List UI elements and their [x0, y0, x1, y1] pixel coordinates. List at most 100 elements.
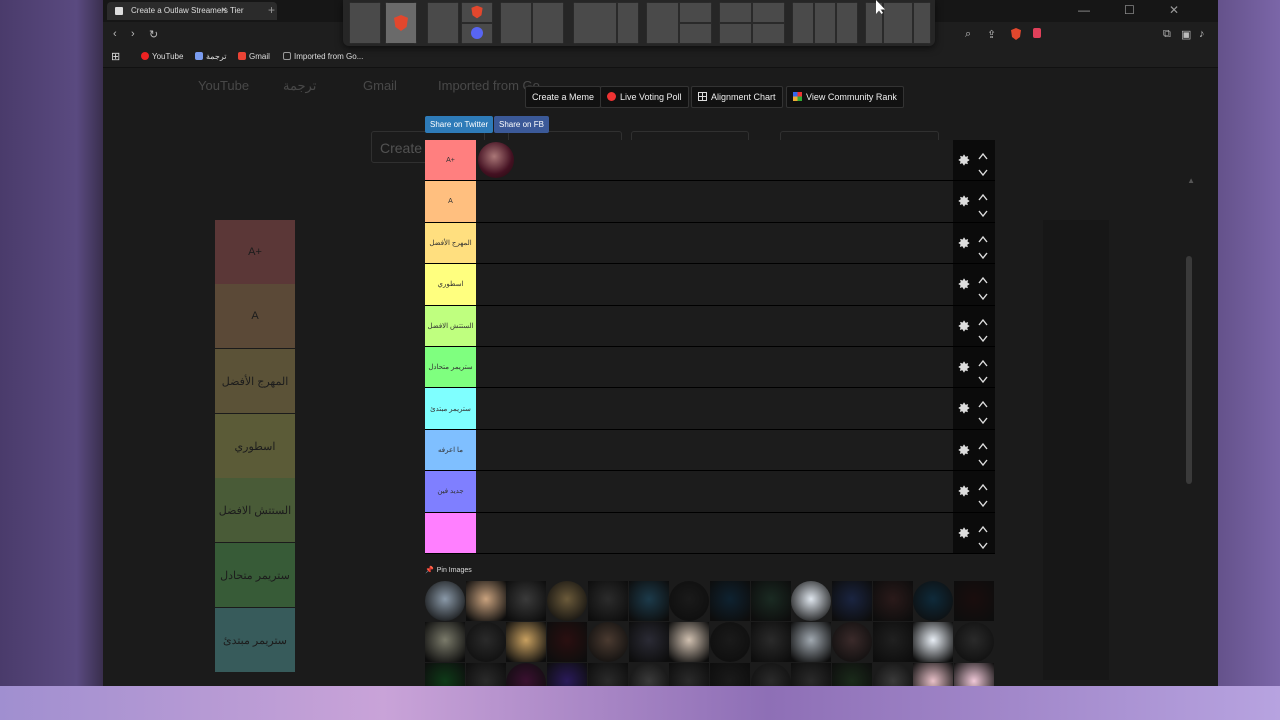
rewards-icon[interactable] — [1033, 28, 1041, 38]
chevron-up-icon[interactable] — [978, 354, 988, 367]
layout-option-columns-wide[interactable] — [865, 2, 931, 44]
tier-label[interactable]: جديد فين — [425, 471, 476, 512]
pool-image[interactable] — [872, 622, 913, 662]
forward-icon[interactable]: › — [131, 28, 135, 40]
gear-icon[interactable] — [957, 153, 971, 167]
tier-drop-zone[interactable] — [476, 264, 953, 305]
layout-option-brave[interactable] — [385, 2, 417, 44]
tier-drop-zone[interactable] — [476, 140, 953, 181]
gear-icon[interactable] — [957, 319, 971, 333]
tab-close-icon[interactable]: × — [221, 5, 227, 16]
chevron-down-icon[interactable] — [978, 205, 988, 218]
pool-image[interactable] — [628, 622, 669, 662]
pool-image[interactable] — [669, 622, 710, 662]
pool-image[interactable] — [954, 663, 995, 686]
chevron-down-icon[interactable] — [978, 288, 988, 301]
pool-image[interactable] — [547, 622, 588, 662]
extensions-icon[interactable]: ⧉ — [1163, 28, 1171, 41]
pool-image[interactable] — [628, 663, 669, 686]
pool-image[interactable] — [872, 663, 913, 686]
chevron-up-icon[interactable] — [978, 313, 988, 325]
tier-drop-zone[interactable] — [476, 181, 953, 222]
gear-icon[interactable] — [957, 526, 971, 540]
tier-label[interactable] — [425, 512, 476, 553]
bookmark-translate[interactable]: ترجمة — [195, 52, 227, 61]
layout-option-columns[interactable] — [792, 2, 858, 44]
chevron-down-icon[interactable] — [978, 247, 988, 259]
pool-image[interactable] — [750, 581, 791, 621]
chevron-up-icon[interactable] — [978, 478, 988, 491]
layout-option-split[interactable] — [500, 2, 564, 44]
chevron-down-icon[interactable] — [978, 495, 988, 508]
tier-drop-zone[interactable] — [476, 471, 953, 512]
pool-image[interactable] — [506, 622, 547, 662]
pool-image[interactable] — [547, 663, 588, 686]
bookmark-gmail[interactable]: Gmail — [238, 52, 270, 61]
pool-image[interactable] — [709, 622, 750, 662]
chevron-down-icon[interactable] — [978, 412, 988, 425]
pool-image[interactable] — [465, 622, 506, 662]
pool-image[interactable] — [587, 663, 628, 686]
gear-icon[interactable] — [957, 277, 971, 291]
gear-icon[interactable] — [957, 443, 971, 457]
bookmark-youtube[interactable]: YouTube — [141, 52, 183, 61]
pool-image[interactable] — [587, 581, 628, 621]
pool-image[interactable] — [954, 581, 995, 621]
pool-image[interactable] — [465, 663, 506, 686]
tab-active[interactable]: Create a Outlaw Streamers Tier × — [107, 2, 277, 20]
gear-icon[interactable] — [957, 484, 971, 498]
tier-drop-zone[interactable] — [476, 346, 953, 388]
pool-image[interactable] — [709, 581, 750, 621]
layout-option-wide[interactable] — [573, 2, 639, 44]
pool-image[interactable] — [669, 663, 710, 686]
pool-image[interactable] — [750, 622, 791, 662]
minimize-button[interactable]: — — [1078, 3, 1090, 17]
alignment-chart-button[interactable]: Alignment Chart — [691, 86, 783, 108]
maximize-button[interactable]: ☐ — [1124, 3, 1135, 17]
pool-image[interactable] — [954, 622, 995, 662]
tier-label[interactable]: المهرج الأفضل — [425, 222, 476, 264]
reload-icon[interactable]: ↻ — [149, 28, 158, 41]
tier-label[interactable]: الستتش الافضل — [425, 305, 476, 346]
share-icon[interactable]: ⇪ — [987, 28, 996, 41]
pool-image[interactable] — [709, 663, 750, 686]
scroll-up-arrow[interactable]: ▲ — [1187, 176, 1195, 185]
layout-option-empty[interactable] — [349, 2, 381, 44]
pool-image[interactable] — [832, 622, 872, 662]
pool-image[interactable] — [465, 581, 506, 621]
pool-image[interactable] — [832, 663, 872, 686]
tier-drop-zone[interactable] — [476, 388, 953, 429]
tier-drop-zone[interactable] — [476, 305, 953, 346]
live-voting-poll-button[interactable]: Live Voting Poll — [600, 86, 689, 108]
chevron-up-icon[interactable] — [978, 520, 988, 532]
chevron-down-icon[interactable] — [978, 537, 988, 549]
tier-drop-zone[interactable] — [476, 512, 953, 553]
chevron-up-icon[interactable] — [978, 230, 988, 243]
pool-image[interactable] — [425, 581, 465, 621]
create-meme-button[interactable]: Create a Meme — [525, 86, 602, 108]
gear-icon[interactable] — [957, 360, 971, 374]
chevron-up-icon[interactable] — [978, 147, 988, 160]
back-icon[interactable]: ‹ — [113, 28, 117, 40]
pool-image[interactable] — [547, 581, 588, 621]
tier-label[interactable]: A+ — [425, 140, 476, 181]
scrollbar-thumb[interactable] — [1186, 256, 1192, 484]
layout-option-stack[interactable] — [461, 2, 493, 44]
tier-label[interactable]: A — [425, 181, 476, 222]
pool-image[interactable] — [628, 581, 669, 621]
chevron-up-icon[interactable] — [978, 271, 988, 284]
tier-label[interactable]: ما اعرفه — [425, 429, 476, 471]
chevron-up-icon[interactable] — [978, 395, 988, 408]
tier-label[interactable]: اسطوري — [425, 264, 476, 305]
pool-image[interactable] — [832, 581, 872, 621]
pool-image[interactable] — [791, 581, 832, 621]
tier-drop-zone[interactable] — [476, 222, 953, 264]
brave-shields-icon[interactable] — [1011, 28, 1021, 40]
tier-label[interactable]: ستريمر مبتدئ — [425, 388, 476, 429]
pool-image[interactable] — [872, 581, 913, 621]
chevron-up-icon[interactable] — [978, 188, 988, 201]
bookmark-folder[interactable]: Imported from Go... — [283, 52, 363, 61]
tier-drop-zone[interactable] — [476, 429, 953, 471]
pool-image[interactable] — [791, 663, 832, 686]
pool-image[interactable] — [791, 622, 832, 662]
